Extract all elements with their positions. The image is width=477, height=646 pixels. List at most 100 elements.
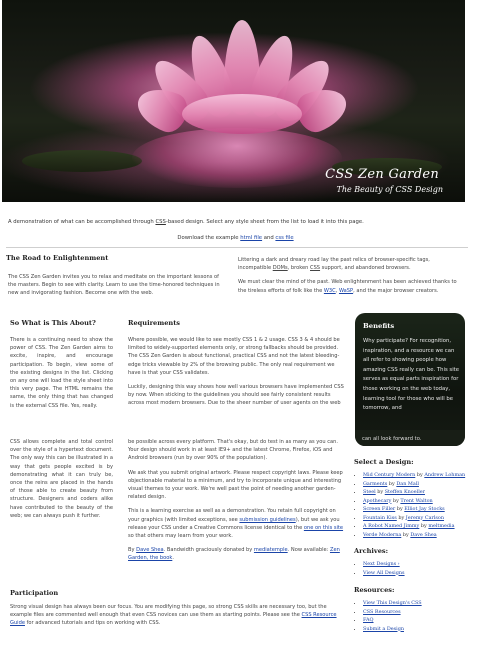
by-label: by: [402, 531, 409, 538]
about-paragraph-1: There is a continuing need to show the p…: [10, 337, 113, 409]
requirements-paragraph-5: This is a learning exercise as well as a…: [128, 507, 344, 540]
design-list-item: Apothecary by Trent Walton: [363, 497, 469, 506]
benefits-text: Why participate? For recognition, inspir…: [363, 338, 460, 412]
design-list-item: Garments by Dan Mall: [363, 480, 469, 489]
designer-link[interactable]: Trent Walton: [400, 498, 432, 504]
design-selection: Select a Design: Mid Century Modern by A…: [354, 458, 469, 539]
road-heading: The Road to Enlightenment: [6, 254, 109, 262]
lotus-flower-illustration: [131, 20, 353, 140]
road-text: , broken: [287, 265, 311, 272]
designer-link[interactable]: Jeremy Carlson: [406, 515, 444, 521]
design-link[interactable]: Garments: [363, 481, 387, 487]
dave-shea-link[interactable]: Dave Shea: [136, 547, 164, 553]
html-file-link[interactable]: html file: [240, 235, 262, 241]
design-link[interactable]: Steel: [363, 489, 376, 495]
next-designs-link[interactable]: Next Designs ›: [363, 561, 400, 567]
resources-heading: Resources:: [354, 586, 395, 594]
design-link[interactable]: A Robot Named Jimmy: [363, 523, 419, 529]
requirements-heading-wrap: Requirements: [128, 319, 180, 327]
road-column-right: Littering a dark and dreary road lay the…: [238, 256, 464, 295]
designer-link[interactable]: Andrew Lohman: [424, 472, 465, 478]
hero-banner: CSS Zen Garden The Beauty of CSS Design: [2, 0, 465, 202]
faq-link[interactable]: FAQ: [363, 617, 374, 623]
mediatemple-link[interactable]: mediatemple: [254, 547, 288, 553]
requirements-column-2: be possible across every platform. That'…: [128, 438, 344, 563]
requirements-column: Where possible, we would like to see mos…: [128, 336, 344, 431]
css-abbr: CSS: [310, 265, 321, 272]
design-link[interactable]: Screen Filler: [363, 506, 395, 512]
submission-guidelines-link[interactable]: submission guidelines: [239, 517, 295, 523]
design-link[interactable]: Mid Century Modern: [363, 472, 415, 478]
design-list-item: A Robot Named Jimmy by meltmedia: [363, 522, 469, 531]
resources-list: View This Design's CSS CSS Resources FAQ…: [354, 599, 469, 633]
about-paragraph-2: CSS allows complete and total control ov…: [10, 439, 113, 519]
part-text: Strong visual design has always been our…: [10, 604, 327, 619]
req-text: .: [172, 555, 174, 562]
archives-list-item: Next Designs ›: [363, 560, 469, 569]
by-label: by: [416, 472, 423, 478]
download-line: Download the example html file and css f…: [8, 234, 463, 242]
intro-text: A demonstration of what can be accomplis…: [8, 218, 463, 226]
css-resources-link[interactable]: CSS Resources: [363, 609, 401, 615]
dom-abbr: DOMs: [272, 265, 288, 272]
select-design-heading: Select a Design:: [354, 458, 414, 466]
designer-link[interactable]: Dan Mall: [396, 481, 419, 487]
part-text: for advanced tutorials and tips on worki…: [24, 620, 161, 627]
design-link[interactable]: Fountain Kiss: [363, 515, 397, 521]
by-label: by: [396, 506, 403, 512]
about-column: There is a continuing need to show the p…: [10, 336, 113, 410]
license-link[interactable]: one on this site: [304, 525, 343, 531]
requirements-paragraph-3: be possible across every platform. That'…: [128, 439, 338, 462]
req-text: . Bandwidth graciously donated by: [163, 547, 254, 554]
requirements-paragraph-4: We ask that you submit original artwork.…: [128, 469, 343, 501]
submit-design-link[interactable]: Submit a Design: [363, 626, 404, 632]
road-paragraph-2: Littering a dark and dreary road lay the…: [238, 256, 464, 272]
site-title: CSS Zen Garden: [325, 167, 439, 182]
req-text: . Now available:: [287, 547, 330, 554]
css-file-link[interactable]: css file: [275, 235, 293, 241]
intro-summary: A demonstration of what can be accomplis…: [8, 218, 463, 242]
road-text: , and the major browser creators.: [353, 287, 439, 294]
design-link[interactable]: Verde Moderna: [363, 532, 401, 538]
requirements-paragraph-2: Luckily, designing this way shows how we…: [128, 384, 344, 407]
about-heading-wrap: So What is This About?: [10, 319, 96, 327]
benefits-text-tail: can all look forward to.: [362, 436, 422, 442]
design-list-item: Mid Century Modern by Andrew Lohman: [363, 471, 469, 480]
design-list-item: Fountain Kiss by Jeremy Carlson: [363, 514, 469, 523]
resources-list-item: View This Design's CSS: [363, 599, 469, 608]
by-label: by: [377, 489, 384, 495]
lily-pad-left: [22, 150, 142, 172]
about-heading: So What is This About?: [10, 319, 96, 327]
resources-list-item: CSS Resources: [363, 608, 469, 617]
road-paragraph-1: The CSS Zen Garden invites you to relax …: [8, 274, 220, 297]
requirements-paragraph-6: By Dave Shea. Bandwidth graciously donat…: [128, 546, 344, 562]
design-link[interactable]: Apothecary: [363, 498, 391, 504]
designer-link[interactable]: Steffen Knoeller: [385, 489, 425, 495]
download-and: and: [262, 235, 276, 241]
by-label: by: [388, 480, 395, 487]
participation-heading-wrap: Participation: [10, 589, 58, 597]
view-all-designs-link[interactable]: View All Designs: [363, 570, 405, 576]
about-column-2: CSS allows complete and total control ov…: [10, 438, 113, 520]
resources-section: Resources: View This Design's CSS CSS Re…: [354, 586, 469, 633]
req-text: By: [128, 547, 137, 554]
design-list-item: Verde Moderna by Dave Shea: [363, 531, 469, 540]
benefits-card: Benefits Why participate? For recognitio…: [355, 313, 465, 446]
w3c-link[interactable]: W3C: [324, 288, 336, 294]
road-text: support, and abandoned browsers.: [320, 265, 411, 272]
view-design-css-link[interactable]: View This Design's CSS: [363, 600, 422, 606]
road-column-left: The CSS Zen Garden invites you to relax …: [8, 273, 223, 298]
designer-link[interactable]: meltmedia: [428, 523, 454, 529]
design-list-item: Steel by Steffen Knoeller: [363, 488, 469, 497]
designer-link[interactable]: Dave Shea: [410, 532, 436, 538]
by-label: by: [398, 514, 405, 521]
intro-text-part: A demonstration of what can be accomplis…: [8, 219, 156, 225]
designer-link[interactable]: Elliot Jay Stocks: [404, 506, 444, 512]
requirements-paragraph-1: Where possible, we would like to see mos…: [128, 337, 340, 376]
download-label: Download the example: [177, 235, 241, 241]
resources-list-item: FAQ: [363, 616, 469, 625]
divider: [6, 247, 468, 248]
wasp-link[interactable]: WaSP: [339, 288, 353, 294]
road-paragraph-3: We must clear the mind of the past. Web …: [238, 278, 464, 294]
participation-heading: Participation: [10, 589, 59, 597]
